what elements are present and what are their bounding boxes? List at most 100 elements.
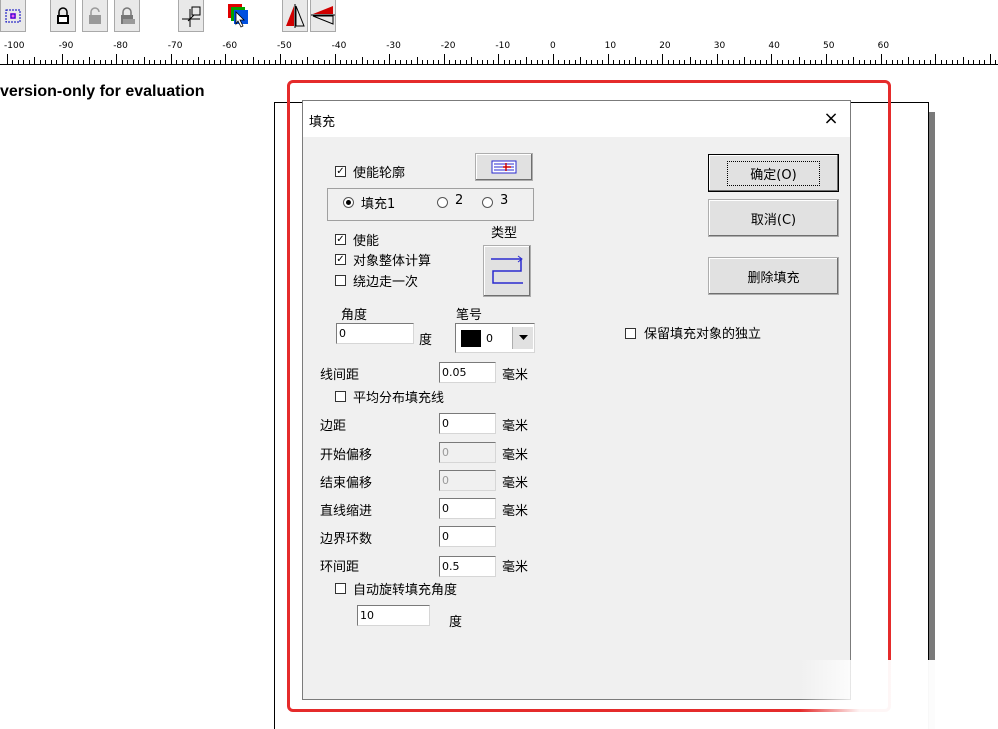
ruler-tick bbox=[192, 60, 194, 64]
delete-fill-button[interactable]: 删除填充 bbox=[708, 257, 839, 295]
chevron-down-icon[interactable] bbox=[512, 327, 533, 349]
ruler-label: 30 bbox=[713, 41, 726, 51]
mirror-vertical-icon[interactable] bbox=[310, 0, 336, 32]
unlock-icon[interactable] bbox=[82, 0, 108, 32]
ok-button-label: 确定(O) bbox=[727, 160, 820, 186]
horizontal-ruler: -100 -90 -80 -70 -60 -50 -40 -30 -20 -10 0 10 20 30 40… bbox=[0, 40, 998, 65]
ruler-tick bbox=[110, 60, 112, 64]
ruler-tick bbox=[7, 54, 8, 64]
ruler-tick bbox=[181, 60, 183, 64]
fill-type-button[interactable] bbox=[483, 245, 531, 297]
angle-input[interactable]: 0 bbox=[336, 323, 414, 344]
fill3-radio[interactable] bbox=[482, 197, 493, 208]
ruler-tick bbox=[815, 60, 817, 64]
ruler-tick bbox=[880, 54, 882, 64]
ruler-label: 0 bbox=[550, 41, 556, 51]
ruler-tick bbox=[465, 60, 467, 64]
ruler-tick bbox=[847, 60, 849, 64]
ruler-tick bbox=[645, 60, 647, 64]
ruler-tick bbox=[733, 60, 735, 64]
ruler-tick bbox=[323, 60, 325, 64]
ruler-tick bbox=[667, 60, 669, 64]
ruler-tick bbox=[591, 60, 593, 64]
close-icon[interactable]: × bbox=[819, 107, 843, 131]
ruler-tick bbox=[553, 54, 554, 64]
ruler-tick bbox=[280, 54, 281, 64]
ruler-tick bbox=[749, 60, 751, 64]
ruler-tick bbox=[684, 60, 686, 64]
ruler-tick bbox=[88, 57, 90, 64]
cancel-button[interactable]: 取消(C) bbox=[708, 199, 839, 237]
dialog-titlebar: 填充 × bbox=[303, 101, 850, 137]
color-layer-icon[interactable] bbox=[226, 0, 252, 32]
ruler-label: -100 bbox=[4, 41, 25, 51]
margin-label: 边距 bbox=[320, 419, 347, 434]
ruler-tick bbox=[28, 60, 30, 64]
ruler-tick bbox=[940, 60, 942, 64]
loop-spacing-input[interactable]: 0.5 bbox=[439, 556, 496, 577]
ruler-tick bbox=[72, 60, 74, 64]
ruler-tick bbox=[967, 60, 969, 64]
ruler-tick bbox=[673, 60, 675, 64]
whole-object-checkbox[interactable]: ✓ bbox=[335, 254, 346, 265]
ruler-tick bbox=[705, 60, 707, 64]
selection-box-icon[interactable] bbox=[0, 0, 26, 32]
ruler-tick bbox=[902, 60, 904, 64]
lock-icon[interactable] bbox=[50, 0, 76, 32]
ruler-tick bbox=[356, 60, 358, 64]
enable-outline-checkbox[interactable]: ✓ bbox=[335, 166, 346, 177]
margin-input[interactable]: 0 bbox=[439, 413, 496, 434]
fill-dialog: 填充 × ✓ 使能轮廓 填充1 2 3 ✓ 使能 ✓ 对象整体计算 绕边走一次 … bbox=[302, 100, 851, 700]
ruler-tick bbox=[563, 60, 565, 64]
ruler-tick bbox=[132, 60, 134, 64]
ruler-tick bbox=[509, 60, 511, 64]
enable-checkbox[interactable]: ✓ bbox=[335, 234, 346, 245]
ruler-label: 40 bbox=[768, 41, 780, 51]
line-indent-input[interactable]: 0 bbox=[439, 498, 496, 519]
whole-object-label: 对象整体计算 bbox=[353, 254, 432, 269]
auto-rotate-checkbox[interactable] bbox=[335, 583, 346, 594]
ruler-tick bbox=[989, 54, 991, 64]
ruler-tick bbox=[116, 54, 118, 64]
ruler-tick bbox=[482, 60, 484, 64]
ruler-tick bbox=[891, 60, 893, 64]
ruler-tick bbox=[886, 60, 888, 64]
pen-select[interactable]: 0 bbox=[455, 323, 535, 353]
ruler-tick bbox=[143, 57, 145, 64]
lock-all-icon[interactable] bbox=[114, 0, 140, 32]
toolbar bbox=[0, 0, 998, 40]
ruler-tick bbox=[755, 60, 757, 64]
ruler-tick bbox=[629, 60, 631, 64]
ruler-label: -30 bbox=[386, 41, 401, 51]
ruler-tick bbox=[411, 60, 413, 64]
ruler-tick bbox=[700, 60, 702, 64]
mirror-horizontal-icon[interactable] bbox=[282, 0, 308, 32]
ruler-tick bbox=[269, 60, 271, 64]
rotate-angle-input[interactable]: 10 bbox=[357, 605, 430, 626]
outline-settings-button[interactable] bbox=[475, 153, 533, 181]
ruler-tick bbox=[230, 60, 232, 64]
ruler-tick bbox=[804, 60, 806, 64]
ruler-tick bbox=[536, 60, 538, 64]
ruler-tick bbox=[962, 57, 964, 64]
ruler-tick bbox=[416, 57, 418, 64]
fill2-radio[interactable] bbox=[437, 197, 448, 208]
ruler-tick bbox=[596, 60, 598, 64]
keep-independent-checkbox[interactable] bbox=[625, 328, 636, 339]
ruler-tick bbox=[727, 60, 729, 64]
even-distribute-checkbox[interactable] bbox=[335, 391, 346, 402]
ruler-label: -60 bbox=[222, 41, 238, 51]
border-loops-input[interactable]: 0 bbox=[439, 526, 496, 547]
ruler-tick bbox=[842, 60, 844, 64]
ok-button[interactable]: 确定(O) bbox=[708, 154, 839, 192]
line-spacing-input[interactable]: 0.05 bbox=[439, 362, 496, 383]
ruler-tick bbox=[678, 60, 680, 64]
align-origin-icon[interactable] bbox=[178, 0, 204, 32]
edge-once-checkbox[interactable] bbox=[335, 275, 346, 286]
end-offset-label: 结束偏移 bbox=[320, 476, 373, 491]
ruler-tick bbox=[159, 60, 161, 64]
ruler-tick bbox=[585, 60, 587, 64]
fill1-radio[interactable] bbox=[343, 197, 354, 208]
ruler-label: 50 bbox=[823, 41, 835, 51]
type-label: 类型 bbox=[491, 226, 518, 241]
